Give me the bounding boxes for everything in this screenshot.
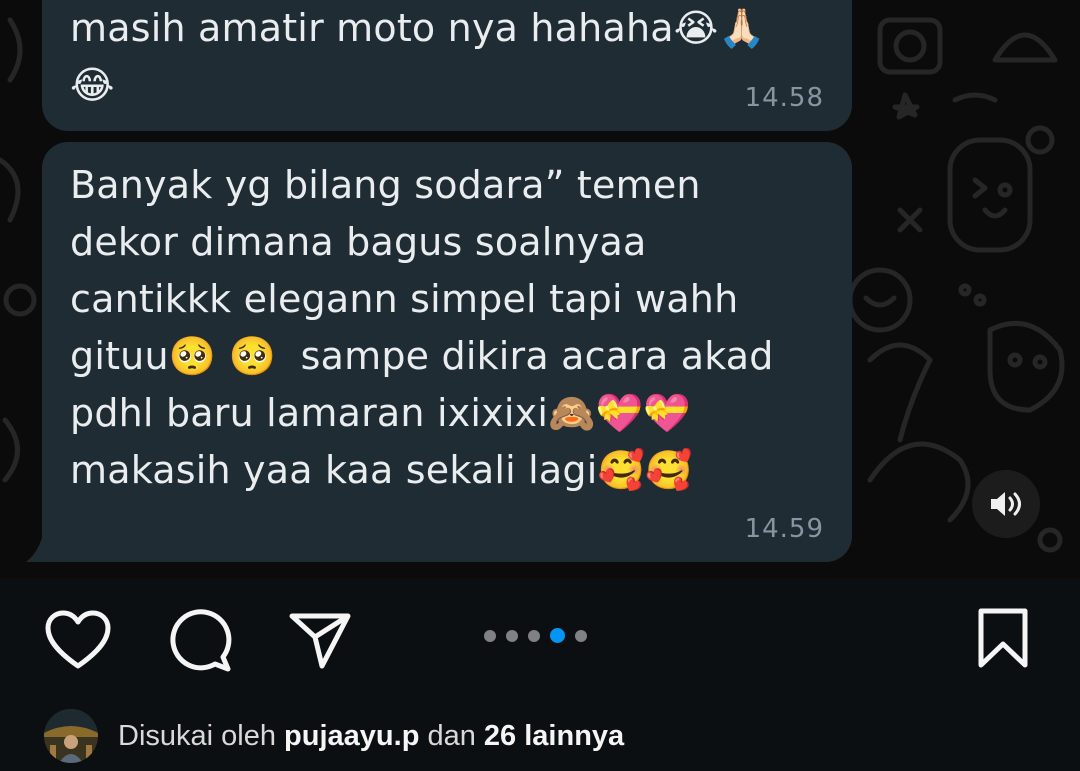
message-timestamp: 14.58 [744, 83, 824, 113]
liker-username[interactable]: pujaayu.p [284, 720, 419, 752]
heart-icon[interactable] [44, 608, 112, 672]
carousel-dot [575, 629, 587, 642]
carousel-dot [484, 629, 496, 642]
chat-screenshot: masih amatir moto nya hahaha😭🙏🏻 😂 14.58 … [0, 0, 1080, 578]
likes-text: Disukai oleh pujaayu.p dan 26 lainnya [118, 720, 624, 753]
message-bubble[interactable]: Banyak yg bilang sodara” temen dekor dim… [42, 142, 852, 562]
carousel-dot [528, 629, 540, 642]
carousel-dot-active [550, 628, 565, 643]
comment-bubble-icon[interactable] [166, 606, 234, 674]
likes-others-count[interactable]: 26 lainnya [484, 720, 624, 752]
likes-summary[interactable]: Disukai oleh pujaayu.p dan 26 lainnya [44, 708, 624, 764]
likes-prefix: Disukai oleh [118, 719, 276, 752]
message-timestamp: 14.59 [744, 514, 824, 544]
bookmark-icon[interactable] [974, 606, 1032, 670]
message-text: masih amatir moto nya hahaha😭🙏🏻 😂 [70, 6, 766, 107]
carousel-indicator [484, 628, 587, 643]
message-text: Banyak yg bilang sodara” temen dekor dim… [70, 163, 774, 492]
avatar[interactable] [44, 709, 98, 763]
paper-plane-icon[interactable] [286, 608, 354, 672]
likes-connector: dan [427, 719, 476, 752]
message-bubble[interactable]: masih amatir moto nya hahaha😭🙏🏻 😂 14.58 [42, 0, 852, 131]
carousel-dot [506, 629, 518, 642]
speaker-volume-icon[interactable] [972, 470, 1040, 538]
